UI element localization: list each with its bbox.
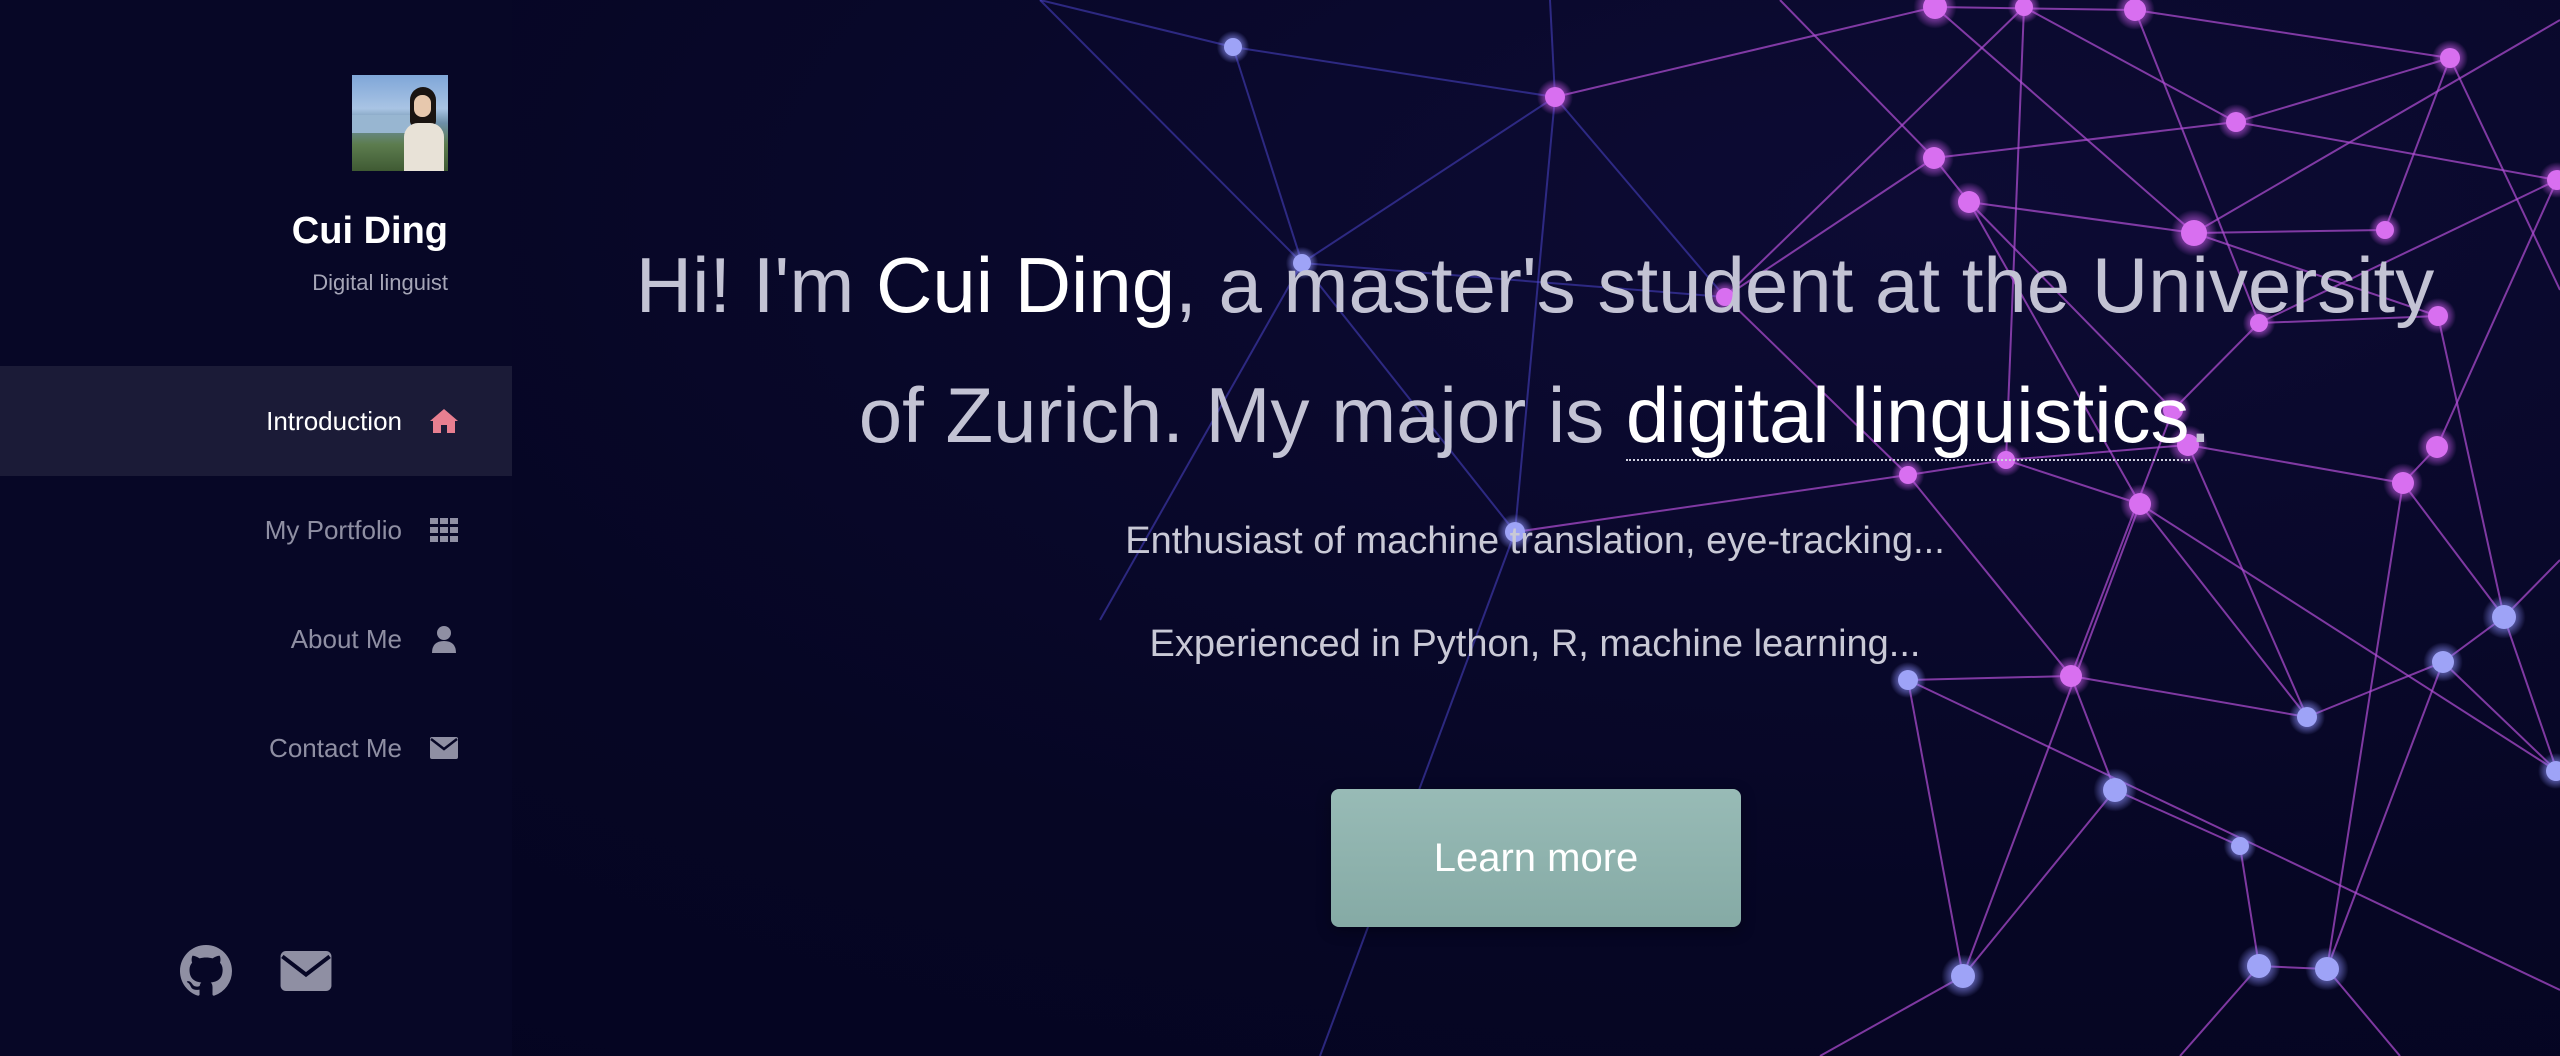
network-line [2384,57,2451,231]
tagline-skills: Experienced in Python, R, machine learni… [1149,623,1921,665]
network-node [2247,954,2271,978]
network-node [2440,48,2460,68]
envelope-icon [428,732,460,764]
profile-role: Digital linguist [312,270,448,295]
nav-item-label: My Portfolio [264,514,402,545]
network-line [1779,0,1935,159]
network-node [1951,964,1975,988]
network-node [2492,605,2516,629]
network-node [2226,112,2246,132]
nav-item-label: Introduction [266,405,402,436]
network-node [2315,957,2339,981]
headline-prefix: Hi! I'm [635,241,876,329]
network-line [1907,679,1964,977]
network-line [2235,121,2558,181]
network-node [2297,707,2317,727]
network-line [1819,975,1964,1056]
network-line [2306,661,2444,718]
learn-more-button[interactable]: Learn more [1331,789,1741,927]
network-line [1962,789,2116,977]
hero-section: Hi! I'm Cui Ding, a master's student at … [620,220,2450,666]
network-line [1907,675,2072,681]
github-link[interactable] [178,944,234,1002]
grid-icon [428,514,460,546]
tagline-interests: Enthusiast of machine translation, eye-t… [1125,520,1945,562]
network-node [2124,0,2146,21]
nav-item-contact[interactable]: Contact Me [0,693,512,803]
headline-suffix: . [2189,371,2212,459]
avatar[interactable] [352,75,448,171]
envelope-icon [279,950,333,996]
network-node [2103,778,2127,802]
nav-item-portfolio[interactable]: My Portfolio [0,475,512,585]
github-icon [180,944,232,1002]
network-line [1039,0,1234,48]
network-line [2235,57,2451,123]
network-node [1923,147,1945,169]
network-node [2060,665,2082,687]
hero-headline: Hi! I'm Cui Ding, a master's student at … [620,220,2450,480]
network-line [2070,675,2308,718]
network-line [1232,46,1556,98]
network-node [2231,837,2249,855]
network-line [2503,616,2558,772]
nav-item-label: Contact Me [269,732,402,763]
sidebar: Cui Ding Digital linguist Introduction M… [0,0,512,1056]
network-node [1545,87,1565,107]
page-stage: Cui Ding Digital linguist Introduction M… [0,0,2560,1056]
network-line [1554,6,1936,98]
email-link[interactable] [278,945,334,1001]
nav-item-label: About Me [290,623,402,654]
headline-major-link[interactable]: digital linguistics [1625,371,2190,461]
network-line [2442,661,2558,772]
user-icon [428,623,460,655]
headline-name: Cui Ding [875,241,1176,329]
profile-name: Cui Ding [291,210,448,252]
nav-item-about[interactable]: About Me [0,584,512,694]
network-line [2134,9,2451,59]
network-line [2326,661,2444,970]
network-node [1898,670,1918,690]
nav-item-introduction[interactable]: Introduction [0,366,512,476]
network-node [1224,38,1242,56]
network-node [1958,191,1980,213]
home-icon [428,405,460,437]
